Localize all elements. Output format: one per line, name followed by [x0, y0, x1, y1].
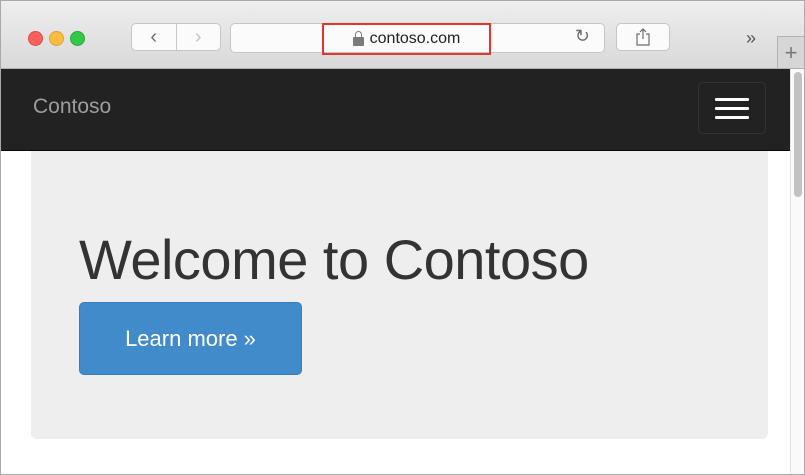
close-window-button[interactable] [28, 31, 43, 46]
hamburger-bar [715, 106, 749, 110]
learn-more-button[interactable]: Learn more » [79, 302, 302, 375]
back-button[interactable]: ‹ [132, 24, 176, 50]
maximize-window-button[interactable] [70, 31, 85, 46]
lock-icon [352, 30, 364, 46]
web-page: Contoso Welcome to Contoso Learn more » [1, 69, 804, 474]
share-icon [636, 28, 650, 46]
menu-toggle-button[interactable] [698, 82, 766, 134]
url-highlight-box: contoso.com [322, 23, 491, 55]
address-bar[interactable]: contoso.com ↻ [230, 23, 605, 55]
hero-heading: Welcome to Contoso [79, 228, 589, 291]
hamburger-bar [715, 115, 749, 119]
site-navbar: Contoso [1, 69, 790, 151]
browser-window: ‹ › contoso.com ↻ » + Contoso Welcome to… [0, 0, 805, 475]
page-scrollbar[interactable] [790, 69, 804, 474]
minimize-window-button[interactable] [49, 31, 64, 46]
share-button[interactable] [616, 23, 670, 51]
history-navigation: ‹ › [131, 23, 221, 51]
reload-button[interactable]: ↻ [575, 26, 590, 47]
url-text: contoso.com [369, 30, 461, 47]
overflow-chevron-button[interactable]: » [746, 28, 756, 49]
new-tab-button[interactable]: + [777, 36, 804, 68]
browser-toolbar: ‹ › contoso.com ↻ » + [1, 1, 804, 69]
hamburger-bar [715, 97, 749, 101]
forward-button[interactable]: › [175, 24, 221, 50]
hero-jumbotron: Welcome to Contoso Learn more » [31, 151, 768, 439]
scrollbar-thumb[interactable] [794, 72, 802, 197]
navbar-brand[interactable]: Contoso [33, 95, 111, 119]
